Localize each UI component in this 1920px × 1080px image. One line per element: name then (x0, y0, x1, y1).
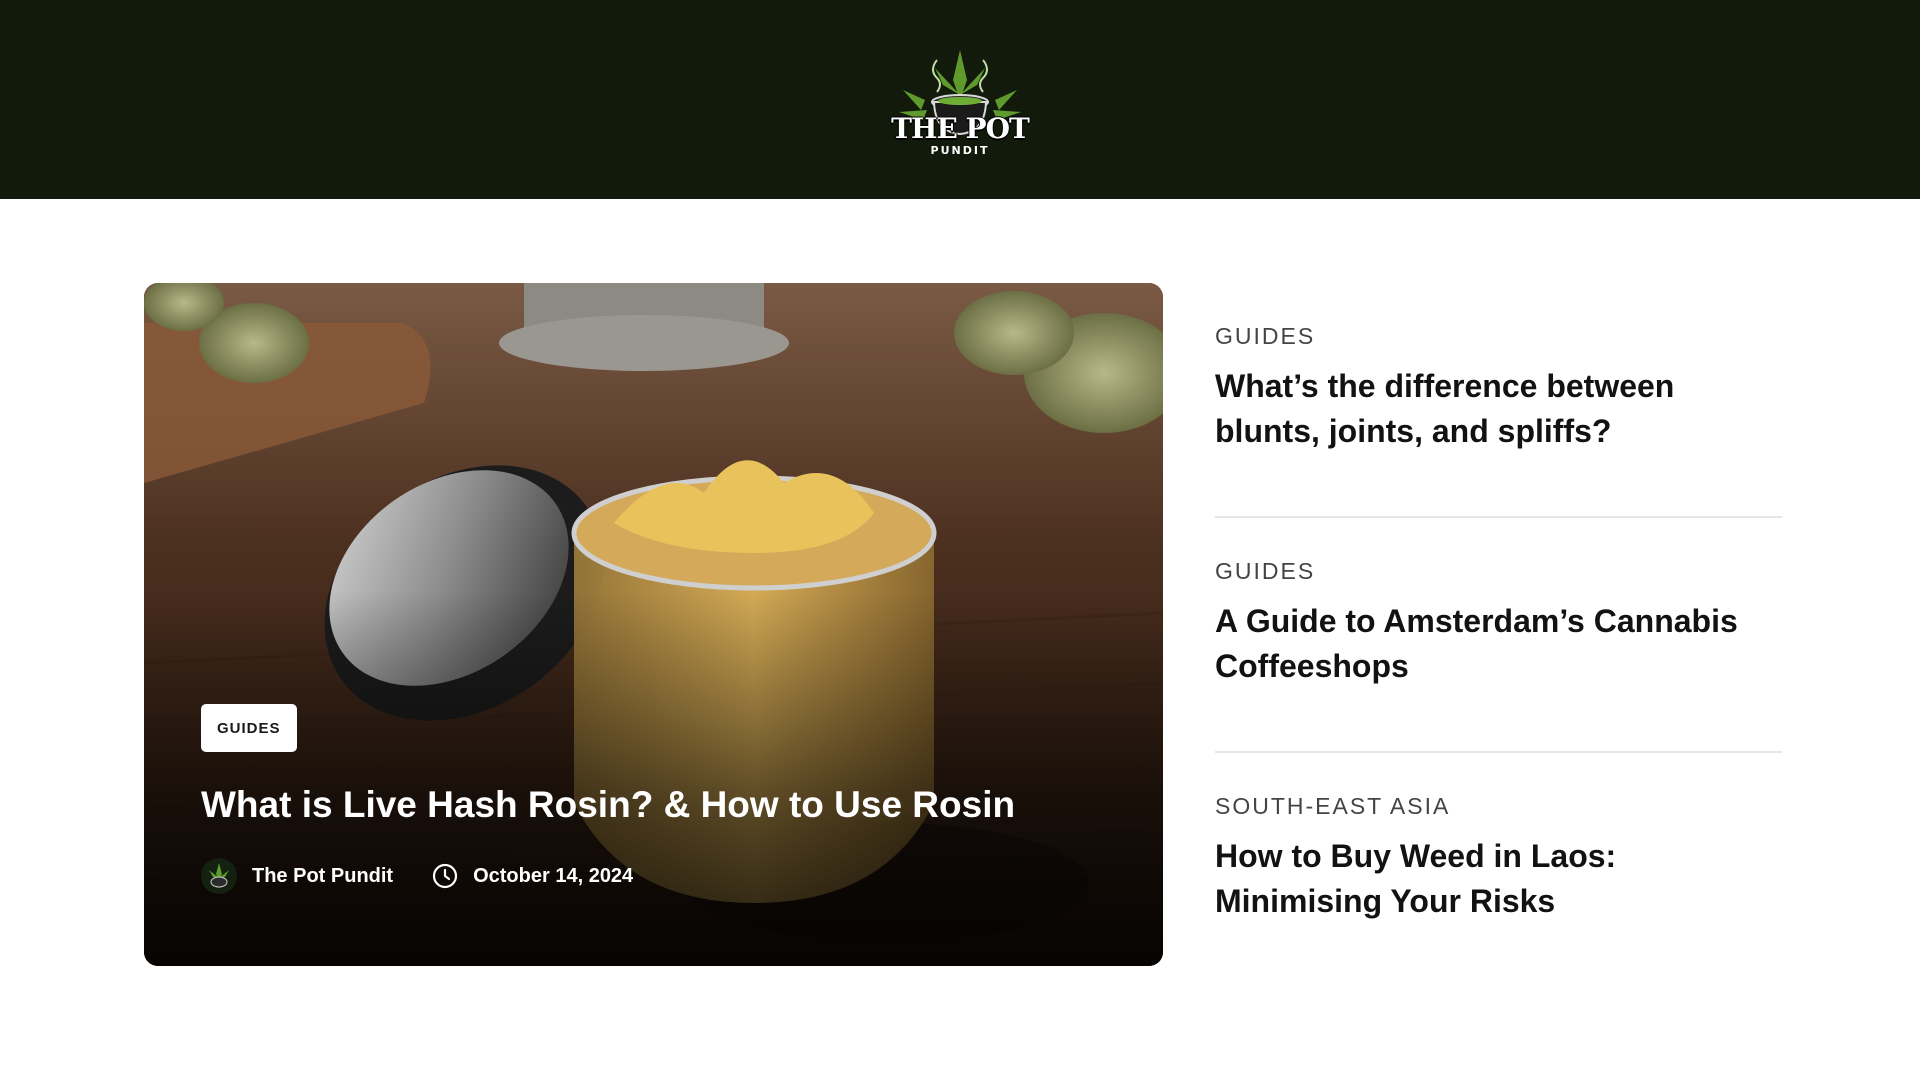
logo-text: THE POT (891, 111, 1030, 145)
post-date: October 14, 2024 (473, 864, 634, 887)
avatar-icon[interactable] (201, 858, 237, 894)
list-item[interactable]: SOUTH-EAST ASIA How to Buy Weed in Laos:… (1215, 753, 1782, 988)
post-title[interactable]: How to Buy Weed in Laos: Minimising Your… (1215, 834, 1782, 924)
post-category[interactable]: GUIDES (1215, 558, 1782, 585)
site-logo[interactable]: THE POT PUNDIT (885, 40, 1035, 160)
featured-post-card[interactable]: GUIDES What is Live Hash Rosin? & How to… (144, 283, 1163, 966)
post-category[interactable]: GUIDES (1215, 323, 1782, 350)
post-title[interactable]: A Guide to Amsterdam’s Cannabis Coffeesh… (1215, 599, 1782, 689)
post-category[interactable]: SOUTH-EAST ASIA (1215, 793, 1782, 820)
category-badge[interactable]: GUIDES (201, 704, 297, 752)
clock-icon (432, 863, 458, 889)
featured-post-title[interactable]: What is Live Hash Rosin? & How to Use Ro… (201, 783, 1121, 827)
list-item[interactable]: GUIDES A Guide to Amsterdam’s Cannabis C… (1215, 518, 1782, 753)
post-title[interactable]: What’s the difference between blunts, jo… (1215, 364, 1782, 454)
related-posts-list: GUIDES What’s the difference between blu… (1215, 283, 1782, 988)
post-author[interactable]: The Pot Pundit (252, 865, 393, 888)
logo-subtext: PUNDIT (930, 143, 990, 157)
post-meta: The Pot Pundit October 14, 2024 (201, 856, 633, 896)
site-header: THE POT PUNDIT (0, 0, 1920, 199)
list-item[interactable]: GUIDES What’s the difference between blu… (1215, 283, 1782, 518)
